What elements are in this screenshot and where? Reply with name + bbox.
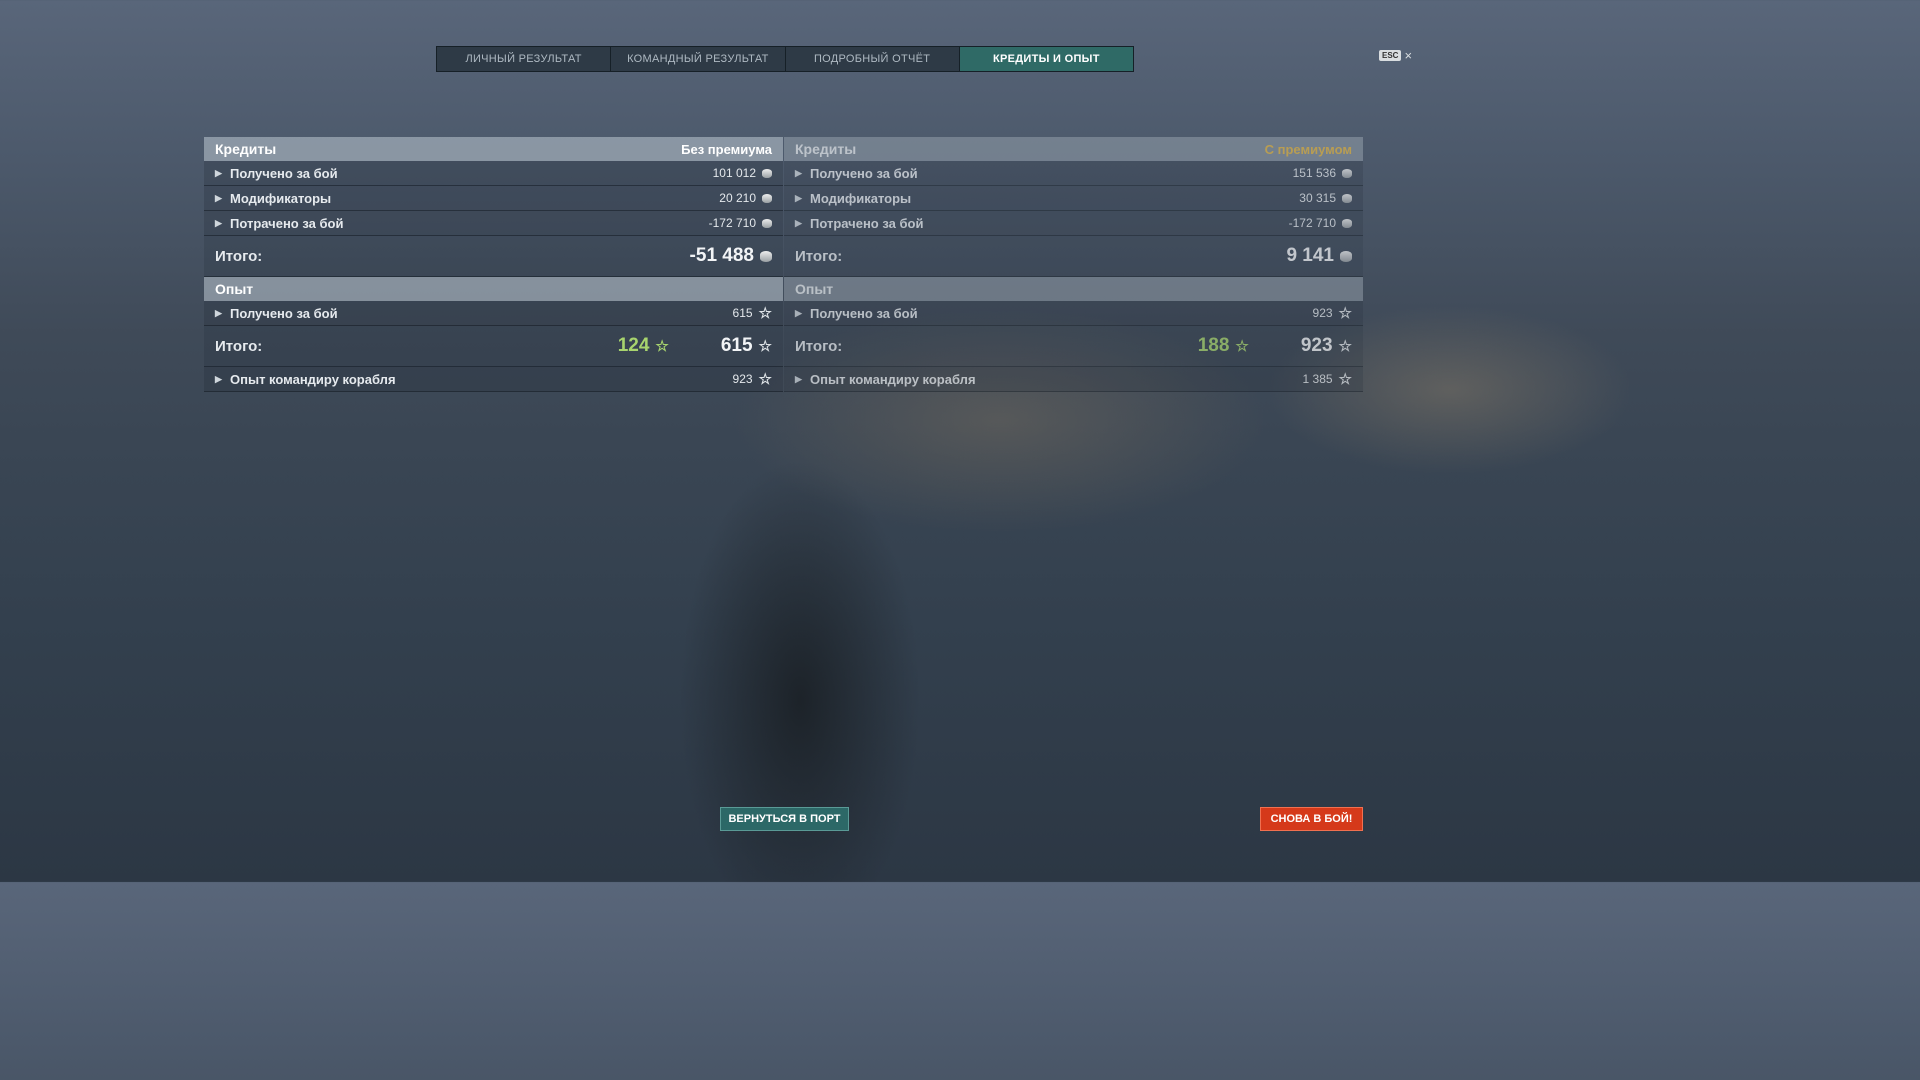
total-label: Итого: — [215, 337, 263, 355]
credits-title: Кредиты — [215, 141, 277, 157]
tab-team-result[interactable]: КОМАНДНЫЙ РЕЗУЛЬТАТ — [611, 47, 786, 71]
row-value: -172 710 — [1288, 216, 1336, 230]
star-icon: ☆ — [758, 370, 772, 388]
xp-total-value: 923 — [1300, 335, 1333, 356]
panel-without-premium: Кредиты Без премиума ▶ Получено за бой 1… — [204, 137, 783, 392]
triangle-right-icon: ▶ — [215, 373, 222, 384]
credit-coin-icon — [1342, 218, 1352, 228]
return-to-port-button[interactable]: ВЕРНУТЬСЯ В ПОРТ — [720, 807, 849, 831]
without-premium-label: Без премиума — [681, 141, 772, 157]
free-xp-star-icon: ☆ — [655, 338, 669, 355]
row-value: 101 012 — [712, 166, 756, 180]
row-value: 30 315 — [1299, 191, 1336, 205]
credits-header: Кредиты Без премиума — [204, 137, 783, 161]
row-value: 923 — [732, 372, 753, 386]
credits-row-modifiers[interactable]: ▶ Модификаторы 30 315 — [784, 186, 1363, 211]
row-value: 923 — [1312, 306, 1333, 320]
tab-detailed-report[interactable]: ПОДРОБНЫЙ ОТЧЁТ — [786, 47, 960, 71]
triangle-right-icon: ▶ — [215, 192, 222, 203]
triangle-right-icon: ▶ — [795, 167, 802, 178]
star-icon: ☆ — [1338, 337, 1352, 355]
tab-personal-result[interactable]: ЛИЧНЫЙ РЕЗУЛЬТАТ — [437, 47, 612, 71]
xp-title: Опыт — [215, 281, 254, 297]
free-xp-value: 124 — [617, 335, 650, 356]
credits-total-row: Итого: -51 488 — [204, 236, 783, 277]
battle-again-button[interactable]: СНОВА В БОЙ! — [1260, 807, 1363, 831]
credit-coin-icon — [1342, 193, 1352, 203]
row-label: Опыт командиру корабля — [810, 371, 976, 387]
credits-row-spent[interactable]: ▶ Потрачено за бой -172 710 — [784, 211, 1363, 236]
star-icon: ☆ — [758, 304, 772, 322]
credit-coin-icon — [762, 168, 772, 178]
free-xp-value: 188 — [1197, 335, 1230, 356]
credits-row-spent[interactable]: ▶ Потрачено за бой -172 710 — [204, 211, 783, 236]
credits-row-earned[interactable]: ▶ Получено за бой 151 536 — [784, 161, 1363, 186]
xp-row-earned[interactable]: ▶ Получено за бой 615 ☆ — [204, 301, 783, 326]
row-value: 151 536 — [1292, 166, 1336, 180]
row-value: 615 — [732, 306, 753, 320]
credits-row-earned[interactable]: ▶ Получено за бой 101 012 — [204, 161, 783, 186]
row-label: Получено за бой — [230, 305, 338, 321]
esc-key-badge: ESC — [1379, 50, 1402, 61]
credits-total-row: Итого: 9 141 — [784, 236, 1363, 277]
free-xp-star-icon: ☆ — [1235, 338, 1249, 355]
row-label: Опыт командиру корабля — [230, 371, 396, 387]
row-label: Получено за бой — [810, 165, 918, 181]
xp-row-earned[interactable]: ▶ Получено за бой 923 ☆ — [784, 301, 1363, 326]
total-label: Итого: — [795, 247, 843, 265]
credits-header: Кредиты С премиумом — [784, 137, 1363, 161]
row-label: Получено за бой — [230, 165, 338, 181]
row-label: Потрачено за бой — [230, 215, 344, 231]
credit-coin-icon — [760, 250, 772, 262]
credit-coin-icon — [762, 193, 772, 203]
xp-total-row: Итого: 124 ☆ 615 ☆ — [204, 326, 783, 367]
triangle-right-icon: ▶ — [215, 217, 222, 228]
xp-header: Опыт — [204, 277, 783, 301]
total-label: Итого: — [215, 247, 263, 265]
star-icon: ☆ — [1338, 370, 1352, 388]
total-label: Итого: — [795, 337, 843, 355]
row-label: Получено за бой — [810, 305, 918, 321]
triangle-right-icon: ▶ — [215, 307, 222, 318]
commander-xp-row[interactable]: ▶ Опыт командиру корабля 923 ☆ — [204, 367, 783, 392]
credit-coin-icon — [1342, 168, 1352, 178]
star-icon: ☆ — [758, 337, 772, 355]
triangle-right-icon: ▶ — [795, 192, 802, 203]
triangle-right-icon: ▶ — [795, 217, 802, 228]
credits-title: Кредиты — [795, 141, 857, 157]
row-label: Потрачено за бой — [810, 215, 924, 231]
row-value: 1 385 — [1302, 372, 1333, 386]
row-value: 20 210 — [719, 191, 756, 205]
row-label: Модификаторы — [230, 190, 332, 206]
credits-row-modifiers[interactable]: ▶ Модификаторы 20 210 — [204, 186, 783, 211]
row-value: -172 710 — [708, 216, 756, 230]
results-tabs: ЛИЧНЫЙ РЕЗУЛЬТАТ КОМАНДНЫЙ РЕЗУЛЬТАТ ПОД… — [436, 46, 1134, 72]
with-premium-label: С премиумом — [1264, 141, 1352, 157]
credit-coin-icon — [762, 218, 772, 228]
star-icon: ☆ — [1338, 304, 1352, 322]
close-button[interactable]: ESC × — [1379, 49, 1412, 62]
tab-credits-and-xp[interactable]: КРЕДИТЫ И ОПЫТ — [959, 47, 1133, 71]
panel-with-premium: Кредиты С премиумом ▶ Получено за бой 15… — [784, 137, 1363, 392]
triangle-right-icon: ▶ — [215, 167, 222, 178]
commander-xp-row[interactable]: ▶ Опыт командиру корабля 1 385 ☆ — [784, 367, 1363, 392]
close-icon: × — [1404, 48, 1413, 63]
triangle-right-icon: ▶ — [795, 307, 802, 318]
credit-coin-icon — [1340, 250, 1352, 262]
triangle-right-icon: ▶ — [795, 373, 802, 384]
row-label: Модификаторы — [810, 190, 912, 206]
credits-total-value: -51 488 — [689, 245, 754, 266]
xp-header: Опыт — [784, 277, 1363, 301]
xp-title: Опыт — [795, 281, 834, 297]
xp-total-row: Итого: 188 ☆ 923 ☆ — [784, 326, 1363, 367]
xp-total-value: 615 — [720, 335, 753, 356]
credits-total-value: 9 141 — [1286, 245, 1334, 266]
